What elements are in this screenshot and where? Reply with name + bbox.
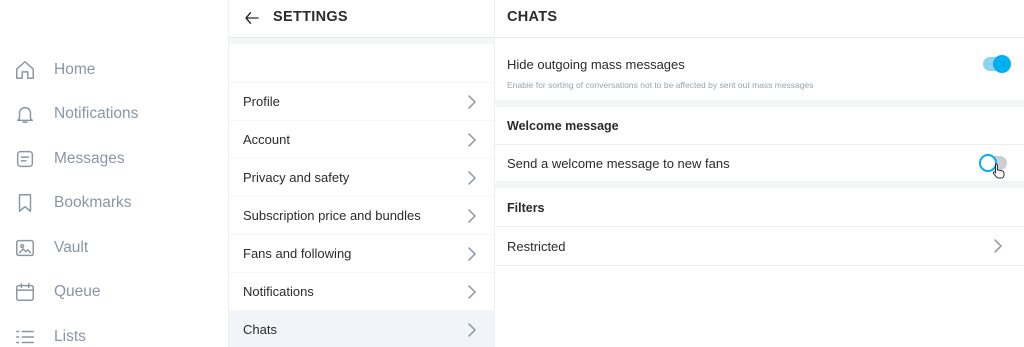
chevron-right-icon	[467, 171, 477, 185]
hide-mass-messages-label: Hide outgoing mass messages	[507, 57, 685, 72]
settings-blank-area	[229, 44, 495, 82]
settings-item-account[interactable]: Account	[229, 121, 495, 158]
settings-item-label: Account	[243, 132, 290, 147]
hide-mass-messages-toggle[interactable]	[983, 55, 1011, 73]
section-separator	[495, 181, 1024, 188]
nav-item-home[interactable]: Home	[0, 48, 228, 92]
welcome-message-label: Send a welcome message to new fans	[507, 156, 730, 171]
chevron-right-icon	[467, 285, 477, 299]
settings-panel: SETTINGS Profile Account Privacy and saf…	[228, 0, 495, 347]
chevron-right-icon	[467, 133, 477, 147]
welcome-section-header: Welcome message	[495, 107, 1024, 144]
nav-label: Lists	[54, 328, 86, 345]
settings-item-label: Fans and following	[243, 246, 352, 261]
filters-section-header: Filters	[495, 188, 1024, 226]
nav-item-queue[interactable]: Queue	[0, 270, 228, 314]
nav-item-vault[interactable]: Vault	[0, 226, 228, 270]
settings-title: SETTINGS	[273, 9, 348, 25]
chats-header: CHATS	[495, 0, 1024, 38]
settings-header: SETTINGS	[229, 0, 495, 38]
chevron-right-icon	[467, 247, 477, 261]
toggle-knob	[993, 55, 1011, 73]
back-button[interactable]	[241, 7, 263, 29]
settings-item-subscription[interactable]: Subscription price and bundles	[229, 197, 495, 234]
hide-mass-messages-row: Hide outgoing mass messages Enable for s…	[495, 44, 1024, 100]
filters-section-title: Filters	[507, 201, 545, 215]
nav-item-bookmarks[interactable]: Bookmarks	[0, 181, 228, 225]
chevron-right-icon	[467, 209, 477, 223]
settings-item-label: Privacy and safety	[243, 170, 350, 185]
divider	[495, 265, 1024, 266]
chevron-right-icon	[467, 323, 477, 337]
bookmark-icon	[14, 192, 36, 214]
nav-item-messages[interactable]: Messages	[0, 137, 228, 181]
settings-item-chats[interactable]: Chats	[229, 311, 495, 347]
nav-item-notifications[interactable]: Notifications	[0, 92, 228, 136]
nav-label: Queue	[54, 283, 101, 300]
nav-label: Vault	[54, 239, 89, 256]
hide-mass-messages-description: Enable for sorting of conversations not …	[507, 80, 814, 90]
welcome-message-row: Send a welcome message to new fans	[495, 145, 1024, 181]
restricted-label: Restricted	[507, 239, 566, 254]
nav-item-lists[interactable]: Lists	[0, 315, 228, 347]
settings-item-fans[interactable]: Fans and following	[229, 235, 495, 272]
settings-item-label: Profile	[243, 94, 280, 109]
left-nav: Home Notifications Messages Bookmarks Va…	[0, 0, 228, 347]
nav-label: Messages	[54, 150, 125, 167]
nav-label: Notifications	[54, 105, 139, 122]
settings-item-label: Subscription price and bundles	[243, 208, 421, 223]
nav-label: Bookmarks	[54, 194, 132, 211]
vault-icon	[14, 237, 36, 259]
settings-item-privacy[interactable]: Privacy and safety	[229, 159, 495, 196]
chevron-right-icon	[467, 95, 477, 109]
list-icon	[14, 326, 36, 347]
arrow-left-icon	[245, 12, 259, 24]
restricted-row[interactable]: Restricted	[495, 227, 1024, 265]
settings-item-label: Notifications	[243, 284, 314, 299]
calendar-icon	[14, 281, 36, 303]
chats-title: CHATS	[507, 9, 558, 25]
chevron-right-icon	[993, 239, 1003, 253]
nav-label: Home	[54, 61, 96, 78]
settings-item-label: Chats	[243, 322, 277, 337]
settings-item-profile[interactable]: Profile	[229, 83, 495, 120]
message-icon	[14, 148, 36, 170]
section-separator	[495, 100, 1024, 107]
chats-panel: CHATS Hide outgoing mass messages Enable…	[494, 0, 1024, 347]
home-icon	[14, 59, 36, 81]
hand-cursor-icon	[992, 163, 1006, 179]
settings-item-notifications[interactable]: Notifications	[229, 273, 495, 310]
welcome-section-title: Welcome message	[507, 119, 619, 133]
bell-icon	[14, 103, 36, 125]
